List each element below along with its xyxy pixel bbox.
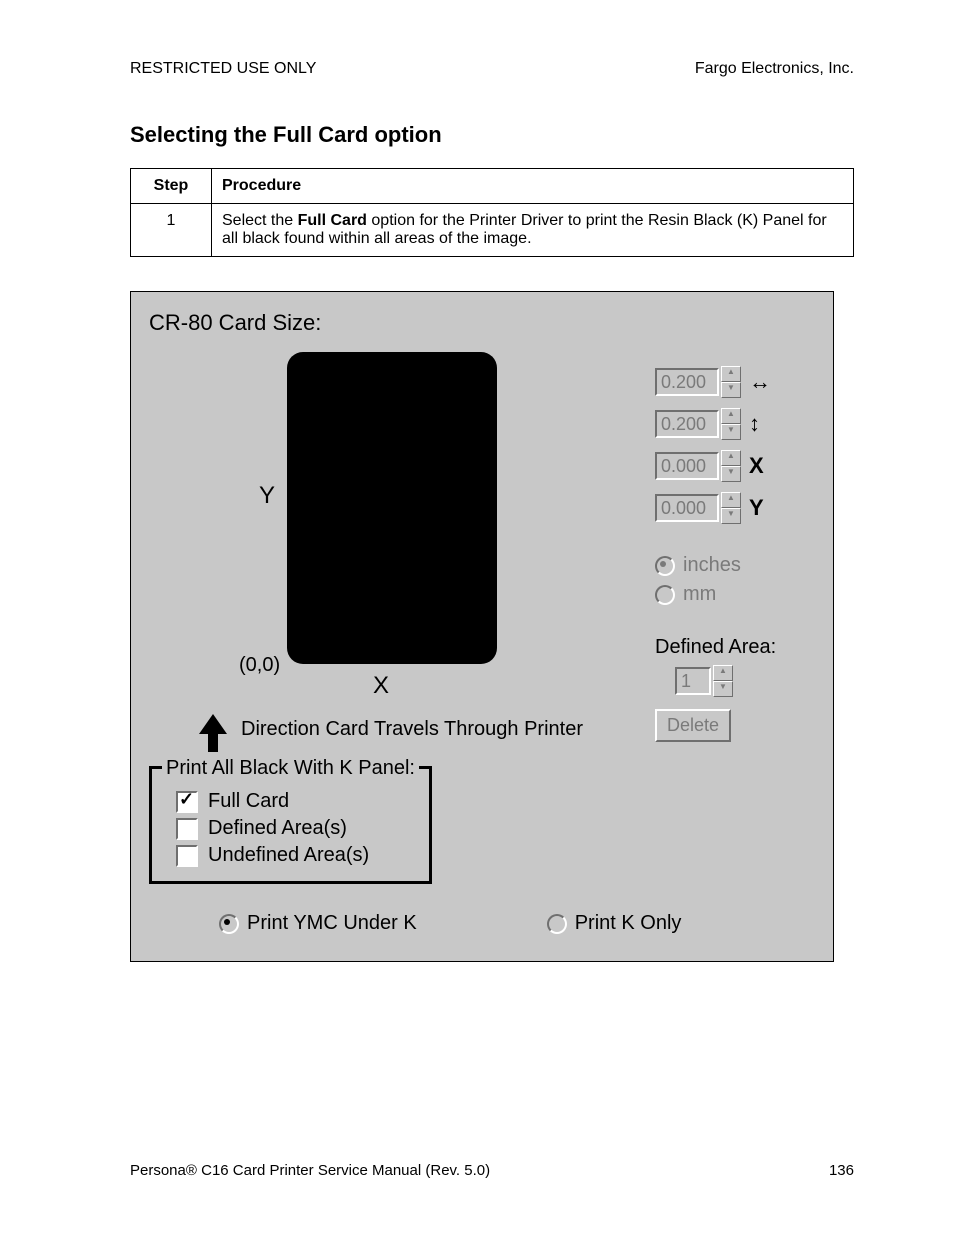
- y-pos-icon: Y: [749, 495, 764, 521]
- full-card-label: Full Card: [208, 790, 289, 813]
- unit-mm-radio[interactable]: mm: [655, 583, 815, 606]
- spin-down-icon[interactable]: ▼: [721, 382, 741, 398]
- undefined-area-checkbox[interactable]: Undefined Area(s): [176, 844, 419, 867]
- procedure-table: Step Procedure 1 Select the Full Card op…: [130, 168, 854, 257]
- dialog-title: CR-80 Card Size:: [149, 310, 815, 336]
- spin-up-icon[interactable]: ▲: [721, 408, 741, 424]
- height-input[interactable]: 0.200: [655, 410, 719, 438]
- y-spinner[interactable]: ▲ ▼: [721, 492, 741, 524]
- spin-down-icon[interactable]: ▼: [713, 681, 733, 697]
- unit-inches-label: inches: [683, 554, 741, 577]
- y-input[interactable]: 0.000: [655, 494, 719, 522]
- page-title: Selecting the Full Card option: [130, 122, 854, 148]
- step-text: Select the Full Card option for the Prin…: [212, 204, 854, 257]
- defined-area-input[interactable]: 1: [675, 667, 711, 695]
- width-input[interactable]: 0.200: [655, 368, 719, 396]
- defined-area-checkbox-label: Defined Area(s): [208, 817, 347, 840]
- step-number: 1: [131, 204, 212, 257]
- print-k-only-label: Print K Only: [575, 912, 682, 935]
- axis-y-label: Y: [259, 482, 275, 510]
- unit-mm-label: mm: [683, 583, 716, 606]
- dialog-screenshot: CR-80 Card Size: Y (0,0) X Direction Car…: [130, 291, 834, 962]
- spin-up-icon[interactable]: ▲: [721, 366, 741, 382]
- footer-pre: Persona: [130, 1162, 186, 1179]
- x-icon: X: [749, 453, 764, 479]
- spin-up-icon[interactable]: ▲: [721, 450, 741, 466]
- card-preview: Y (0,0) X Direction Card Travels Through…: [149, 342, 655, 762]
- footer-reg: ®: [186, 1162, 197, 1179]
- full-card-checkbox[interactable]: Full Card: [176, 790, 419, 813]
- height-icon: ↕: [749, 411, 760, 437]
- step-bold: Full Card: [298, 212, 367, 229]
- spin-up-icon[interactable]: ▲: [721, 492, 741, 508]
- print-ymc-label: Print YMC Under K: [247, 912, 417, 935]
- spin-down-icon[interactable]: ▼: [721, 508, 741, 524]
- radio-icon: [219, 914, 239, 934]
- defined-area-checkbox[interactable]: Defined Area(s): [176, 817, 419, 840]
- card-shape: [287, 352, 497, 664]
- checkbox-icon: [176, 791, 198, 813]
- header-left: RESTRICTED USE ONLY: [130, 60, 316, 78]
- radio-icon: [655, 585, 675, 605]
- width-icon: ↔: [749, 369, 771, 395]
- width-spinner[interactable]: ▲ ▼: [721, 366, 741, 398]
- footer-post: C16 Card Printer Service Manual (Rev. 5.…: [197, 1162, 490, 1179]
- x-spinner[interactable]: ▲ ▼: [721, 450, 741, 482]
- header-right: Fargo Electronics, Inc.: [695, 60, 854, 78]
- checkbox-icon: [176, 845, 198, 867]
- defined-area-spinner[interactable]: ▲ ▼: [713, 665, 733, 697]
- k-panel-group: Print All Black With K Panel: Full Card …: [149, 766, 432, 884]
- col-step: Step: [131, 169, 212, 204]
- origin-label: (0,0): [239, 654, 280, 677]
- height-spinner[interactable]: ▲ ▼: [721, 408, 741, 440]
- print-ymc-radio[interactable]: Print YMC Under K: [219, 912, 417, 935]
- axis-x-label: X: [373, 672, 389, 700]
- col-procedure: Procedure: [212, 169, 854, 204]
- spin-down-icon[interactable]: ▼: [721, 466, 741, 482]
- defined-area-label: Defined Area:: [655, 636, 815, 659]
- arrow-up-icon: [195, 712, 231, 759]
- print-k-only-radio[interactable]: Print K Only: [547, 912, 682, 935]
- step-pre: Select the: [222, 212, 298, 229]
- footer-left: Persona® C16 Card Printer Service Manual…: [130, 1162, 490, 1179]
- footer-page-number: 136: [829, 1162, 854, 1179]
- spin-down-icon[interactable]: ▼: [721, 424, 741, 440]
- radio-icon: [655, 556, 675, 576]
- checkbox-icon: [176, 818, 198, 840]
- x-input[interactable]: 0.000: [655, 452, 719, 480]
- k-panel-legend: Print All Black With K Panel:: [162, 757, 419, 780]
- delete-button[interactable]: Delete: [655, 709, 731, 742]
- unit-inches-radio[interactable]: inches: [655, 554, 815, 577]
- radio-icon: [547, 914, 567, 934]
- spin-up-icon[interactable]: ▲: [713, 665, 733, 681]
- undefined-area-checkbox-label: Undefined Area(s): [208, 844, 369, 867]
- direction-label: Direction Card Travels Through Printer: [241, 718, 583, 741]
